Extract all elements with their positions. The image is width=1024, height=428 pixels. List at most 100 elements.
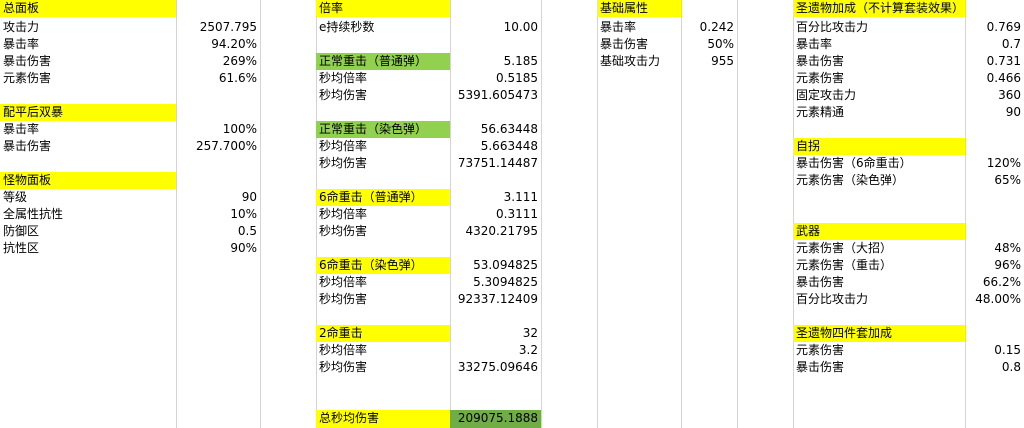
cell-label[interactable]: 暴击伤害 — [0, 53, 176, 70]
cell-value[interactable]: 73751.14487 — [450, 155, 541, 172]
c6-charged-dyed-header[interactable]: 6命重击（染色弹） — [316, 257, 450, 274]
cell-value[interactable]: 3.111 — [450, 189, 541, 206]
cell-label[interactable]: 元素伤害（大招） — [793, 240, 965, 257]
cell-label[interactable]: 全属性抗性 — [0, 206, 176, 223]
cell-label[interactable]: 秒均伤害 — [316, 223, 450, 240]
artifact-bonus-header[interactable]: 圣遗物加成（不计算套装效果） — [793, 0, 965, 17]
cell-value[interactable]: 5.663448 — [450, 138, 541, 155]
cell-value[interactable]: 53.094825 — [450, 257, 541, 274]
cell-value[interactable]: 0.5 — [176, 223, 260, 240]
cell-label[interactable]: e持续秒数 — [316, 19, 450, 36]
cell-value[interactable]: 61.6% — [176, 70, 260, 87]
cell-label[interactable]: 秒均倍率 — [316, 206, 450, 223]
cell-value[interactable]: 5.185 — [450, 53, 541, 70]
cell-value[interactable]: 50% — [681, 36, 737, 53]
balanced-crit-header[interactable]: 配平后双暴 — [0, 104, 176, 121]
cell-label[interactable]: 抗性区 — [0, 240, 176, 257]
cell-value[interactable]: 120% — [965, 155, 1024, 172]
cell-value[interactable]: 0.769 — [965, 19, 1024, 36]
cell-value[interactable]: 0.466 — [965, 70, 1024, 87]
cell-label[interactable]: 暴击率 — [0, 121, 176, 138]
cell-label[interactable]: 元素伤害（染色弹） — [793, 172, 965, 189]
self-buff-header[interactable]: 自拐 — [793, 138, 965, 155]
cell-label[interactable]: 暴击伤害 — [0, 138, 176, 155]
cell-label[interactable]: 百分比攻击力 — [793, 291, 965, 308]
cell-value[interactable]: 269% — [176, 53, 260, 70]
cell-label[interactable]: 秒均倍率 — [316, 138, 450, 155]
cell-label[interactable]: 秒均伤害 — [316, 155, 450, 172]
cell-label[interactable]: 暴击伤害 — [793, 359, 965, 376]
cell-label[interactable]: 等级 — [0, 189, 176, 206]
cell-value[interactable]: 0.15 — [965, 342, 1024, 359]
cell-label[interactable]: 百分比攻击力 — [793, 19, 965, 36]
cell-value[interactable]: 92337.12409 — [450, 291, 541, 308]
cell-value[interactable]: 48.00% — [965, 291, 1024, 308]
cell-value[interactable]: 5.3094825 — [450, 274, 541, 291]
cell-label[interactable]: 暴击伤害 — [793, 53, 965, 70]
cell-value[interactable]: 0.8 — [965, 359, 1024, 376]
normal-charged-plain-header[interactable]: 正常重击（普通弹） — [316, 53, 450, 70]
cell-value[interactable]: 90% — [176, 240, 260, 257]
normal-charged-dyed-header[interactable]: 正常重击（染色弹） — [316, 121, 450, 138]
base-stats-header[interactable]: 基础属性 — [597, 0, 681, 17]
cell-value[interactable]: 10% — [176, 206, 260, 223]
c2-charged-header[interactable]: 2命重击 — [316, 325, 450, 342]
cell-value[interactable]: 48% — [965, 240, 1024, 257]
cell-value[interactable]: 0.5185 — [450, 70, 541, 87]
cell-value[interactable]: 90 — [965, 104, 1024, 121]
cell-label[interactable]: 秒均伤害 — [316, 87, 450, 104]
cell-value[interactable]: 0.3111 — [450, 206, 541, 223]
cell-value[interactable]: 32 — [450, 325, 541, 342]
cell-label[interactable]: 暴击伤害（6命重击） — [793, 155, 965, 172]
cell-value[interactable]: 2507.795 — [176, 19, 260, 36]
cell-label[interactable]: 元素伤害（重击） — [793, 257, 965, 274]
cell-label[interactable]: 秒均倍率 — [316, 342, 450, 359]
spreadsheet-grid: 总面板 攻击力 2507.795 暴击率 94.20% 暴击伤害 269% 元素… — [0, 0, 1024, 428]
cell-label[interactable]: 元素伤害 — [793, 70, 965, 87]
total-dps-value[interactable]: 209075.1888 — [450, 410, 541, 428]
column-divider — [737, 0, 738, 428]
cell-label[interactable]: 暴击率 — [0, 36, 176, 53]
cell-value[interactable]: 56.63448 — [450, 121, 541, 138]
cell-value[interactable]: 955 — [681, 53, 737, 70]
cell-label[interactable]: 元素伤害 — [0, 70, 176, 87]
cell-label[interactable]: 攻击力 — [0, 19, 176, 36]
cell-value[interactable]: 100% — [176, 121, 260, 138]
cell-label[interactable]: 秒均伤害 — [316, 291, 450, 308]
cell-value[interactable]: 360 — [965, 87, 1024, 104]
cell-value[interactable]: 10.00 — [450, 19, 541, 36]
cell-value[interactable]: 0.731 — [965, 53, 1024, 70]
cell-value[interactable]: 3.2 — [450, 342, 541, 359]
cell-value[interactable]: 96% — [965, 257, 1024, 274]
total-panel-header[interactable]: 总面板 — [0, 0, 176, 17]
cell-value[interactable]: 5391.605473 — [450, 87, 541, 104]
monster-panel-header[interactable]: 怪物面板 — [0, 172, 176, 189]
c6-charged-plain-header[interactable]: 6命重击（普通弹） — [316, 189, 450, 206]
cell-label[interactable]: 秒均倍率 — [316, 70, 450, 87]
cell-label[interactable]: 暴击率 — [793, 36, 965, 53]
weapon-header[interactable]: 武器 — [793, 223, 965, 240]
cell-value[interactable]: 4320.21795 — [450, 223, 541, 240]
column-divider — [541, 0, 542, 428]
cell-value[interactable]: 65% — [965, 172, 1024, 189]
multiplier-header[interactable]: 倍率 — [316, 0, 450, 17]
cell-value[interactable]: 0.7 — [965, 36, 1024, 53]
total-dps-label[interactable]: 总秒均伤害 — [316, 410, 450, 428]
cell-label[interactable]: 暴击伤害 — [793, 274, 965, 291]
cell-label[interactable]: 防御区 — [0, 223, 176, 240]
cell-value[interactable]: 94.20% — [176, 36, 260, 53]
cell-value[interactable]: 66.2% — [965, 274, 1024, 291]
cell-label[interactable]: 秒均伤害 — [316, 359, 450, 376]
artifact-4set-header[interactable]: 圣遗物四件套加成 — [793, 325, 965, 342]
cell-value[interactable]: 90 — [176, 189, 260, 206]
cell-label[interactable]: 元素精通 — [793, 104, 965, 121]
cell-label[interactable]: 固定攻击力 — [793, 87, 965, 104]
cell-value[interactable]: 0.242 — [681, 19, 737, 36]
cell-label[interactable]: 暴击率 — [597, 19, 681, 36]
cell-label[interactable]: 秒均倍率 — [316, 274, 450, 291]
cell-value[interactable]: 257.700% — [176, 138, 260, 155]
cell-value[interactable]: 33275.09646 — [450, 359, 541, 376]
cell-label[interactable]: 元素伤害 — [793, 342, 965, 359]
column-divider — [260, 0, 261, 428]
cell-label[interactable]: 暴击伤害 — [597, 36, 681, 53]
